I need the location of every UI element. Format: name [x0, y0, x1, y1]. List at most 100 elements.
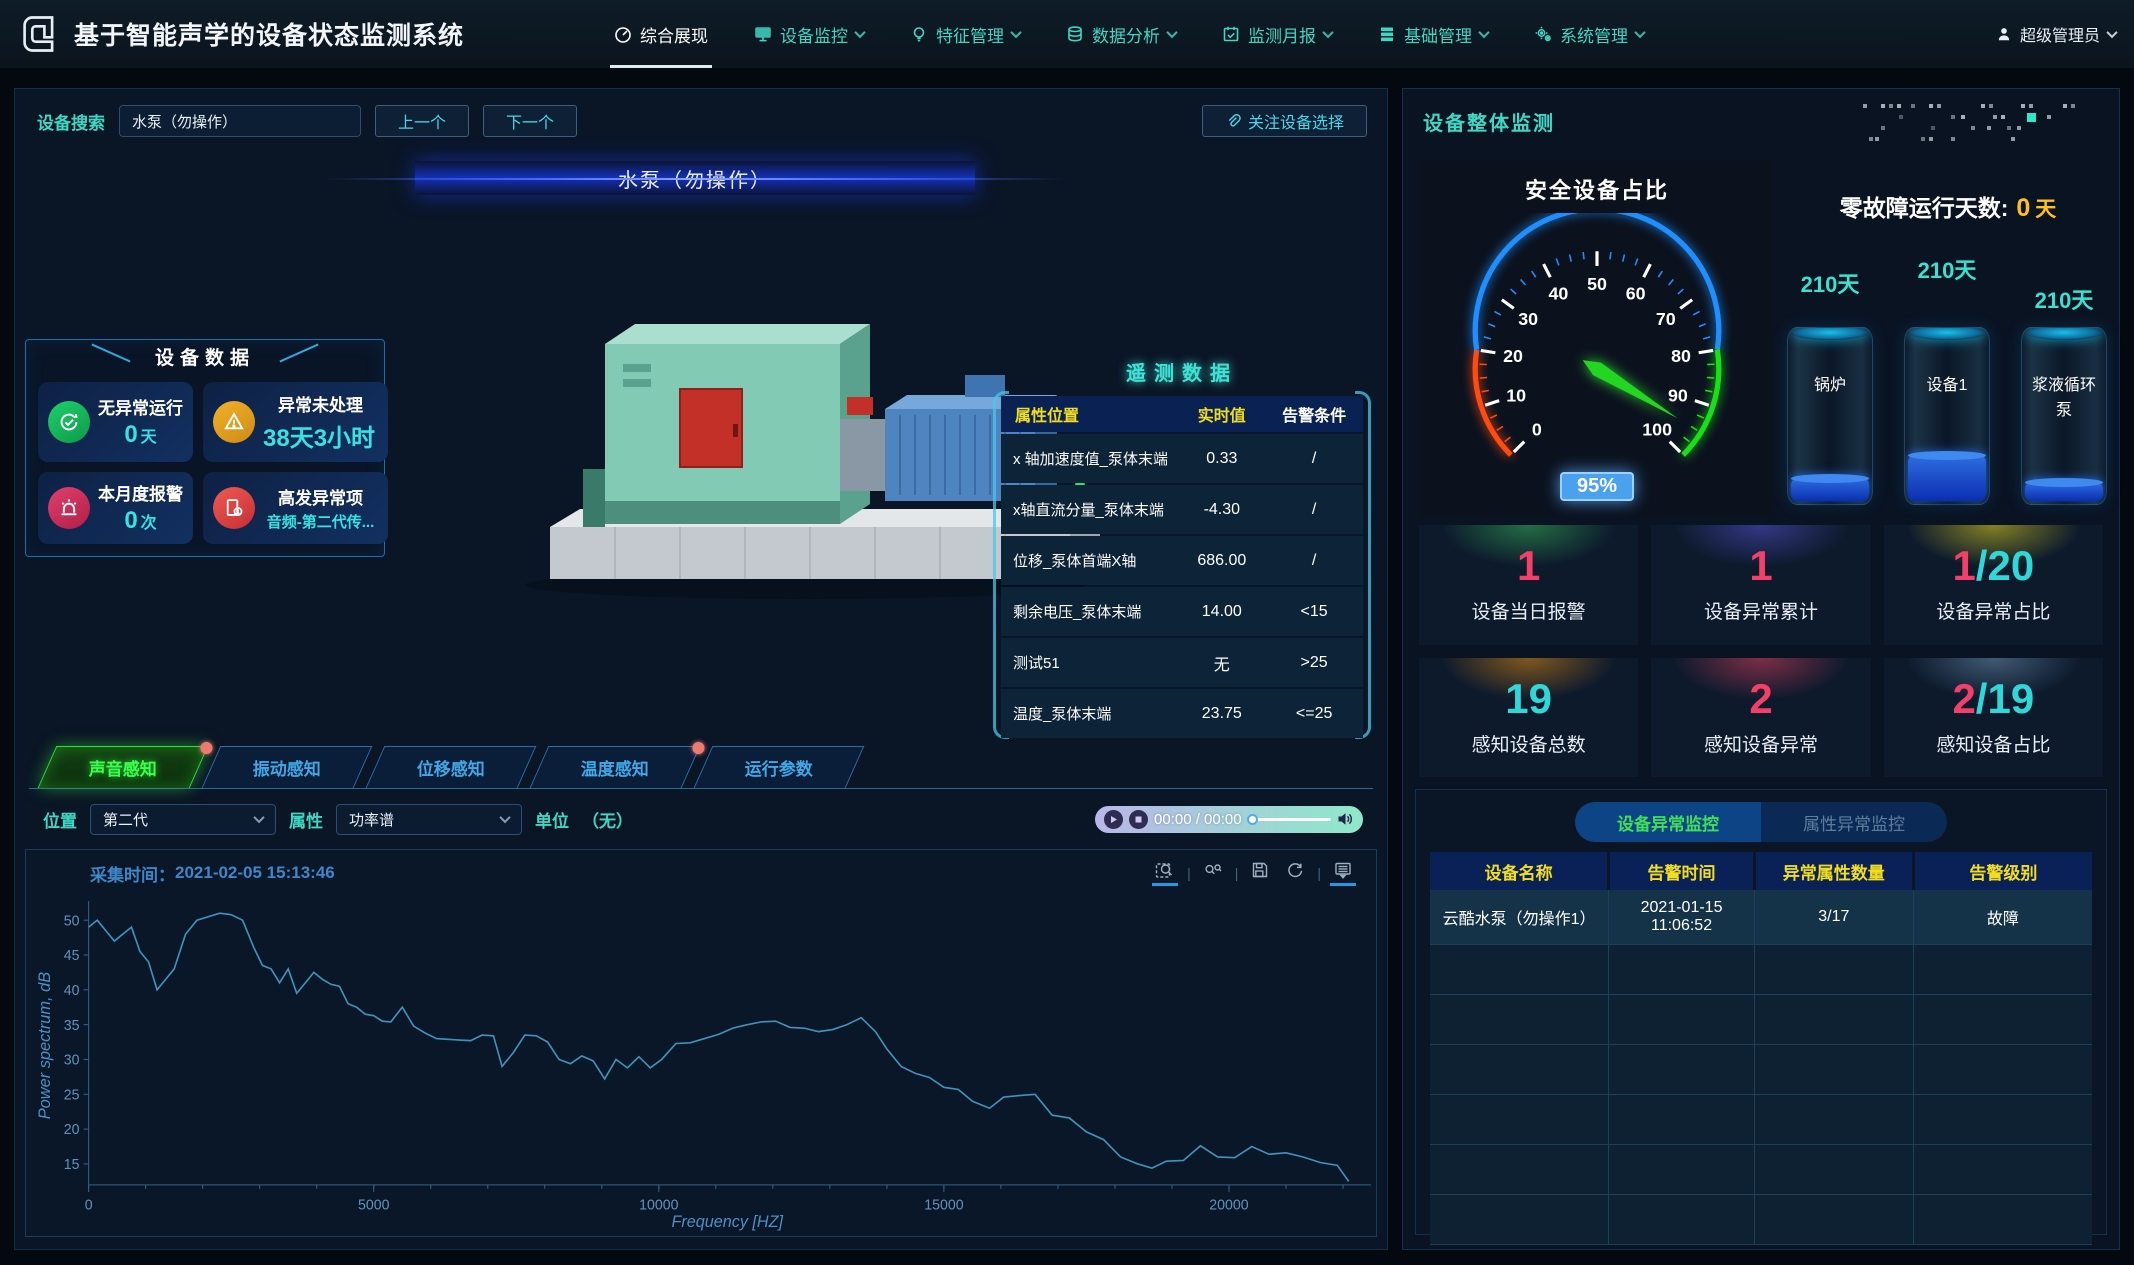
tab-device-abnormal-monitor[interactable]: 设备异常监控	[1575, 802, 1761, 842]
telemetry-row[interactable]: 测试51无>25	[1001, 638, 1363, 687]
tab-attribute-abnormal-monitor[interactable]: 属性异常监控	[1761, 802, 1947, 842]
zoom-tool-icon[interactable]	[1152, 860, 1178, 886]
tab-sound-sense[interactable]: 声音感知	[38, 746, 209, 788]
stats-grid: 1 设备当日报警 1 设备异常累计 1/20 设备异常占比 19 感知设备总数 …	[1419, 525, 2103, 777]
save-image-icon[interactable]	[1247, 860, 1273, 886]
player-slider[interactable]	[1248, 818, 1331, 821]
svg-text:40: 40	[1548, 283, 1568, 303]
chevron-down-icon	[1166, 27, 1177, 38]
svg-text:Power spectrum, dB: Power spectrum, dB	[36, 972, 54, 1120]
svg-text:30: 30	[1518, 309, 1538, 329]
telemetry-row[interactable]: 温度_泵体末端23.75<=25	[1001, 689, 1363, 738]
monitor-row-empty	[1430, 1044, 2092, 1094]
panel-decoration	[91, 344, 130, 363]
svg-text:10000: 10000	[639, 1197, 678, 1213]
nav-item-base-mgmt[interactable]: 基础管理	[1378, 0, 1488, 68]
svg-text:80: 80	[1671, 346, 1691, 366]
stat-today-alarms: 1 设备当日报警	[1419, 525, 1638, 645]
slider-knob[interactable]	[1247, 814, 1258, 825]
zoom-reset-icon[interactable]	[1200, 860, 1226, 886]
nav-item-device-monitor[interactable]: 设备监控	[754, 0, 864, 68]
gauge-value-badge: 95%	[1560, 472, 1634, 501]
tab-vibration-sense[interactable]: 振动感知	[202, 746, 373, 788]
attribute-label: 属性	[289, 807, 323, 832]
chevron-down-icon	[854, 27, 865, 38]
monitor-row[interactable]: 云酷水泵（勿操作1） 2021-01-15 11:06:52 3/17 故障	[1430, 890, 2092, 944]
alarm-siren-icon	[48, 487, 90, 529]
cylinder-slurry-pump: 210天 浆液循环泵	[2015, 239, 2113, 519]
monitor-icon	[754, 25, 772, 43]
device-search-label: 设备搜索	[37, 109, 105, 134]
telemetry-row[interactable]: 位移_泵体首端X轴686.00/	[1001, 536, 1363, 585]
top-nav: 基于智能声学的设备状态监测系统 综合展现 设备监控 特征管理 数据分析 监测月报	[0, 0, 2134, 68]
telemetry-row[interactable]: 剩余电压_泵体末端14.00<15	[1001, 587, 1363, 636]
chart-header: 采集时间： 2021-02-05 15:13:46 | | |	[26, 850, 1376, 886]
svg-text:0: 0	[85, 1197, 93, 1213]
svg-text:0: 0	[1532, 419, 1542, 439]
data-view-icon[interactable]	[1330, 860, 1356, 886]
server-icon	[1378, 25, 1396, 43]
svg-text:60: 60	[1626, 283, 1646, 303]
svg-text:45: 45	[64, 948, 80, 964]
cylinder-fill	[1908, 455, 1987, 501]
svg-text:70: 70	[1656, 309, 1676, 329]
safety-gauge: 0102030405060708090100	[1429, 213, 1765, 489]
zero-fault-cylinders: 210天 锅炉 210天 设备1 210天 浆液循环泵	[1781, 239, 2113, 519]
monitor-row-empty	[1430, 1144, 2092, 1194]
next-device-button[interactable]: 下一个	[483, 105, 577, 137]
play-button[interactable]	[1104, 810, 1123, 829]
brand: 基于智能声学的设备状态监测系统	[18, 12, 464, 56]
nav-item-feature-mgmt[interactable]: 特征管理	[910, 0, 1020, 68]
overview-header: 设备整体监测	[1423, 99, 2103, 143]
svg-text:100: 100	[1642, 419, 1672, 439]
abnormal-monitor-card: 设备异常监控 属性异常监控 设备名称 告警时间 异常属性数量 告警级别 云酷水泵…	[1415, 789, 2107, 1235]
tab-temperature-sense[interactable]: 温度感知	[530, 746, 701, 788]
unit-value: （无）	[582, 807, 633, 832]
chevron-down-icon	[2106, 27, 2117, 38]
telemetry-row[interactable]: x 轴加速度值_泵体末端0.33/	[1001, 434, 1363, 483]
nav-item-data-analysis[interactable]: 数据分析	[1066, 0, 1176, 68]
user-menu[interactable]: 超级管理员	[1996, 22, 2116, 46]
tab-run-params[interactable]: 运行参数	[694, 746, 865, 788]
refresh-icon[interactable]	[1282, 860, 1308, 886]
focus-device-select-button[interactable]: 关注设备选择	[1202, 105, 1367, 137]
chevron-down-icon	[1478, 27, 1489, 38]
cylinder-glass: 设备1	[1904, 327, 1990, 505]
tab-displacement-sense[interactable]: 位移感知	[366, 746, 537, 788]
position-label: 位置	[43, 807, 77, 832]
logo-icon	[18, 12, 62, 56]
volume-icon[interactable]	[1337, 811, 1354, 827]
position-select[interactable]: 第二代	[90, 804, 276, 835]
alert-dot-badge	[692, 742, 704, 754]
svg-text:50: 50	[64, 913, 80, 929]
device-search-row: 设备搜索 上一个 下一个 关注设备选择	[37, 105, 1367, 137]
calendar-check-icon	[1222, 25, 1240, 43]
nav-item-overview[interactable]: 综合展现	[614, 0, 708, 68]
telemetry-panel: 遥测数据 属性位置 实时值 告警条件 x 轴加速度值_泵体末端0.33/ x轴直…	[1001, 357, 1363, 741]
svg-text:20000: 20000	[1209, 1197, 1248, 1213]
svg-text:35: 35	[64, 1018, 80, 1034]
cylinder-glass: 锅炉	[1787, 327, 1873, 505]
device-data-panel: 设备数据 无异常运行 0天 异常未处理 38天3小时	[25, 339, 385, 557]
database-icon	[1066, 25, 1084, 43]
svg-text:20: 20	[1503, 346, 1523, 366]
panel-decoration	[279, 344, 318, 363]
telemetry-row[interactable]: x轴直流分量_泵体末端-4.30/	[1001, 485, 1363, 534]
nav-item-monthly-report[interactable]: 监测月报	[1222, 0, 1332, 68]
gauge-title: 安全设备占比	[1421, 159, 1773, 205]
svg-text:30: 30	[64, 1053, 80, 1069]
attribute-select[interactable]: 功率谱	[336, 804, 522, 835]
cylinder-fill	[2025, 482, 2104, 501]
cylinder-fill	[1791, 478, 1870, 501]
stat-abnormal-total: 1 设备异常累计	[1651, 525, 1870, 645]
prev-device-button[interactable]: 上一个	[375, 105, 469, 137]
power-spectrum-chart[interactable]: 152025303540455005000100001500020000Freq…	[34, 896, 1380, 1234]
check-cycle-icon	[48, 401, 90, 443]
device-search-input[interactable]	[119, 105, 361, 137]
nav-item-system-mgmt[interactable]: 系统管理	[1534, 0, 1644, 68]
model-title: 水泵（勿操作）	[618, 164, 772, 193]
monitor-row-empty	[1430, 944, 2092, 994]
overview-panel: 设备整体监测 安全设备占比 0102030405060708090100 95%…	[1402, 88, 2120, 1250]
spectrum-chart-card: 采集时间： 2021-02-05 15:13:46 | | | 15202530…	[25, 849, 1377, 1237]
stop-button[interactable]	[1129, 810, 1148, 829]
